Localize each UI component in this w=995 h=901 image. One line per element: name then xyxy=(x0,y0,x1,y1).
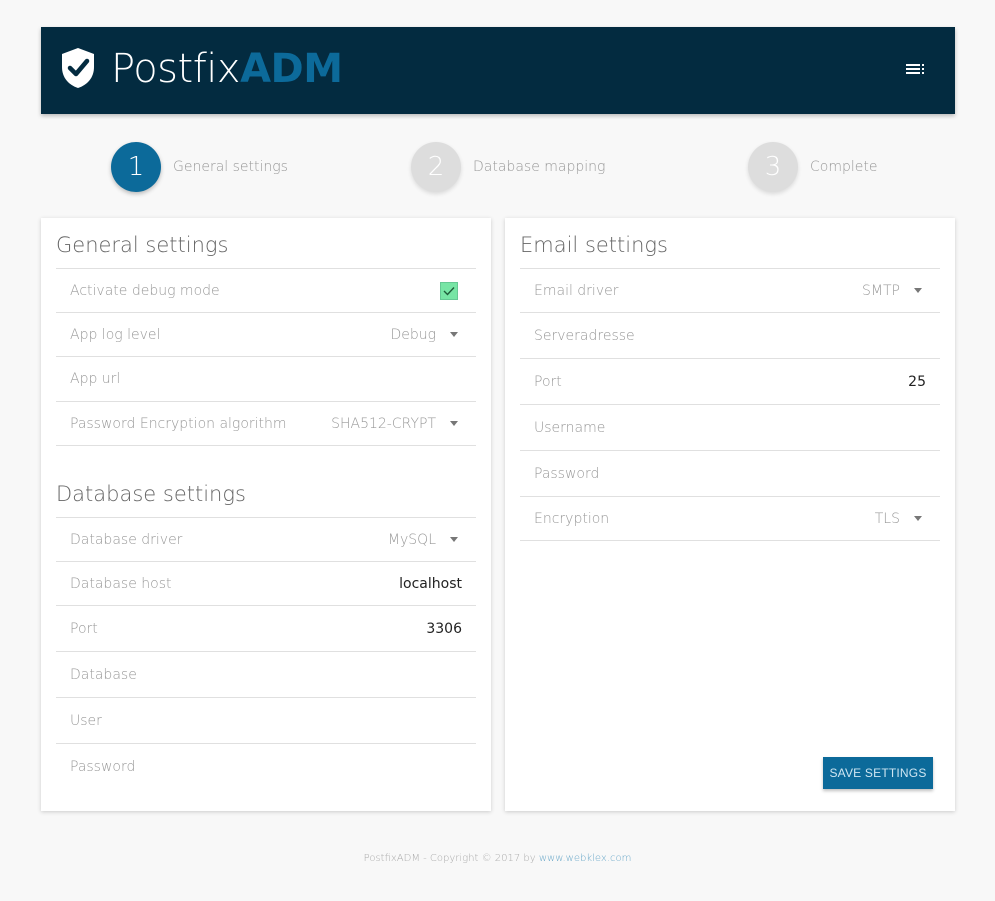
email-driver-label: Email driver xyxy=(534,282,619,299)
step-database-mapping[interactable]: 2 Database mapping xyxy=(411,141,605,193)
footer-copyright: PostfixADM - Copyright © 2017 by xyxy=(363,853,539,864)
encryption-algorithm-row[interactable]: Password Encryption algorithm SHA512-CRY… xyxy=(56,402,476,446)
server-address-row[interactable]: Serveradresse xyxy=(520,313,940,359)
email-password-field[interactable]: Password xyxy=(534,466,926,482)
brand-part-1: Postfix xyxy=(111,46,241,92)
encryption-algorithm-select[interactable]: SHA512-CRYPT xyxy=(331,416,436,432)
menu-icon[interactable] xyxy=(903,59,927,81)
database-host-row[interactable]: Database host localhost xyxy=(56,562,476,606)
database-port-row[interactable]: Port 3306 xyxy=(56,606,476,652)
email-password-row[interactable]: Password xyxy=(520,451,940,497)
chevron-down-icon[interactable] xyxy=(450,332,458,337)
email-port-input[interactable]: 25 xyxy=(908,374,926,390)
settings-card-right: Email settings Email driver SMTP Servera… xyxy=(505,218,955,811)
email-username-field[interactable]: Username xyxy=(534,420,926,436)
save-settings-button[interactable]: Save settings xyxy=(823,757,933,789)
brand-logo-text[interactable]: PostfixADM xyxy=(111,44,343,94)
debug-mode-label: Activate debug mode xyxy=(70,282,220,299)
step-label-1: General settings xyxy=(173,159,288,175)
step-number-2: 2 xyxy=(411,142,461,192)
shield-check-icon xyxy=(62,48,94,88)
email-username-row[interactable]: Username xyxy=(520,405,940,451)
email-port-row[interactable]: Port 25 xyxy=(520,359,940,405)
chevron-down-icon[interactable] xyxy=(914,288,922,293)
database-port-input[interactable]: 3306 xyxy=(426,621,462,637)
step-label-3: Complete xyxy=(810,159,878,175)
email-encryption-row[interactable]: Encryption TLS xyxy=(520,497,940,541)
database-driver-row[interactable]: Database driver MySQL xyxy=(56,517,476,562)
step-general-settings[interactable]: 1 General settings xyxy=(111,141,288,193)
email-port-label: Port xyxy=(534,373,562,390)
database-settings-title: Database settings xyxy=(56,482,246,506)
step-number-1: 1 xyxy=(111,142,161,192)
footer-link[interactable]: www.webklex.com xyxy=(539,853,631,864)
debug-mode-row[interactable]: Activate debug mode xyxy=(56,268,476,313)
database-user-row[interactable]: User xyxy=(56,698,476,744)
debug-mode-checkbox[interactable] xyxy=(440,281,458,300)
database-driver-select[interactable]: MySQL xyxy=(388,532,436,548)
step-number-3: 3 xyxy=(748,142,798,192)
app-url-field[interactable]: App url xyxy=(70,371,462,387)
log-level-select[interactable]: Debug xyxy=(390,327,436,343)
database-password-row[interactable]: Password xyxy=(56,744,476,790)
footer: PostfixADM - Copyright © 2017 by www.web… xyxy=(0,853,995,864)
database-name-field[interactable]: Database xyxy=(70,667,462,683)
server-address-field[interactable]: Serveradresse xyxy=(534,328,926,344)
log-level-row[interactable]: App log level Debug xyxy=(56,313,476,357)
database-user-field[interactable]: User xyxy=(70,713,462,729)
email-settings-title: Email settings xyxy=(520,233,668,257)
settings-card-left: General settings Activate debug mode App… xyxy=(41,218,491,811)
app-url-row[interactable]: App url xyxy=(56,357,476,402)
chevron-down-icon[interactable] xyxy=(450,537,458,542)
email-driver-select[interactable]: SMTP xyxy=(862,283,900,299)
database-name-row[interactable]: Database xyxy=(56,652,476,698)
database-host-input[interactable]: localhost xyxy=(399,576,462,592)
encryption-algorithm-label: Password Encryption algorithm xyxy=(70,415,287,432)
chevron-down-icon[interactable] xyxy=(914,516,922,521)
database-port-label: Port xyxy=(70,620,98,637)
general-settings-title: General settings xyxy=(56,233,229,257)
step-label-2: Database mapping xyxy=(473,159,606,175)
database-password-field[interactable]: Password xyxy=(70,759,462,775)
log-level-label: App log level xyxy=(70,326,161,343)
database-host-label: Database host xyxy=(70,575,172,592)
database-driver-label: Database driver xyxy=(70,531,183,548)
email-driver-row[interactable]: Email driver SMTP xyxy=(520,268,940,313)
brand-part-2: ADM xyxy=(240,46,343,92)
email-encryption-select[interactable]: TLS xyxy=(875,511,900,527)
check-icon xyxy=(443,286,455,296)
email-encryption-label: Encryption xyxy=(534,510,610,527)
step-complete[interactable]: 3 Complete xyxy=(748,141,877,193)
chevron-down-icon[interactable] xyxy=(450,421,458,426)
